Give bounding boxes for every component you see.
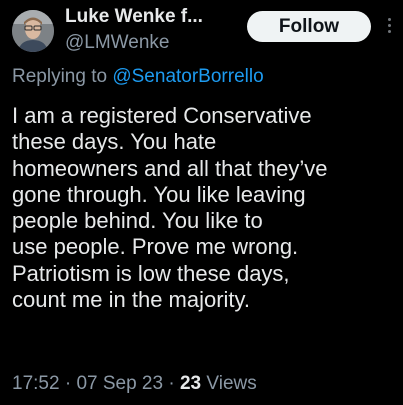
author-handle[interactable]: @LMWenke bbox=[65, 32, 169, 54]
views-count: 23 bbox=[179, 373, 202, 394]
author-display-name[interactable]: Luke Wenke f... bbox=[65, 6, 203, 28]
views-label: Views bbox=[201, 373, 257, 394]
tweet-meta: 17:52 · 07 Sep 23 · 23 Views bbox=[12, 373, 257, 395]
tweet-text: I am a registered Conservative these day… bbox=[12, 103, 328, 313]
avatar-image bbox=[12, 10, 54, 52]
meta-separator-2: · bbox=[163, 373, 180, 394]
more-options-icon[interactable] bbox=[385, 18, 393, 36]
reply-context: Replying to @SenatorBorrello bbox=[12, 66, 264, 88]
reply-context-prefix: Replying to bbox=[12, 66, 113, 87]
reply-mention-link[interactable]: @SenatorBorrello bbox=[112, 66, 263, 87]
tweet-date[interactable]: 07 Sep 23 bbox=[76, 373, 163, 394]
avatar[interactable] bbox=[12, 10, 54, 52]
meta-separator: · bbox=[59, 373, 77, 394]
tweet-time[interactable]: 17:52 bbox=[12, 373, 60, 394]
follow-button[interactable]: Follow bbox=[247, 11, 371, 42]
